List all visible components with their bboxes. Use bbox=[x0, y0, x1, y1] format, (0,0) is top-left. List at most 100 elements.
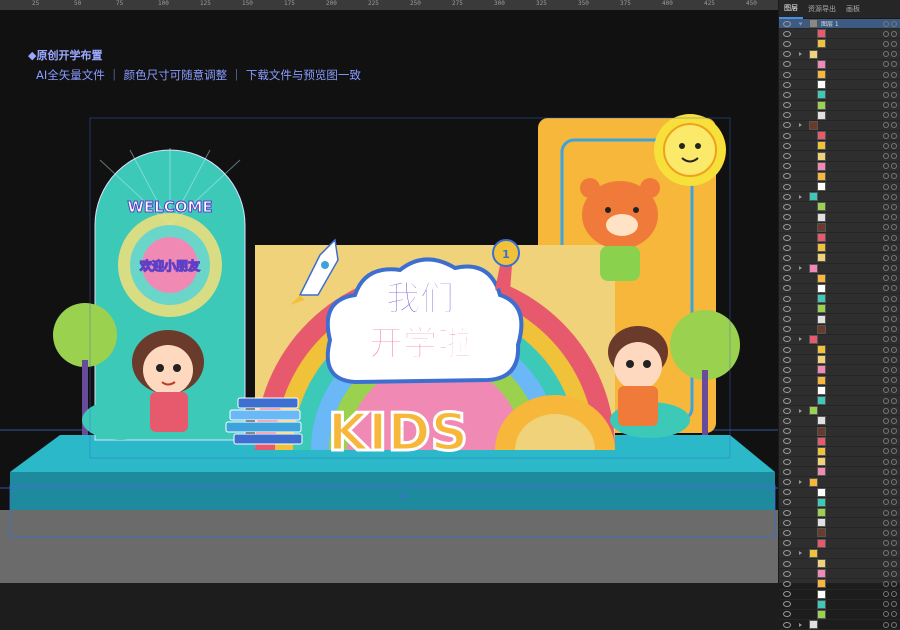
chevron-right-icon[interactable] bbox=[799, 408, 802, 413]
eye-icon[interactable] bbox=[783, 173, 791, 180]
target-icon[interactable] bbox=[883, 316, 889, 323]
eye-icon[interactable] bbox=[783, 203, 791, 210]
lock-icon[interactable] bbox=[891, 356, 897, 363]
target-icon[interactable] bbox=[883, 285, 889, 292]
eye-icon[interactable] bbox=[783, 336, 791, 343]
lock-icon[interactable] bbox=[891, 214, 897, 221]
chevron-right-icon[interactable] bbox=[799, 551, 802, 556]
layer-row[interactable] bbox=[779, 426, 900, 437]
layer-row[interactable] bbox=[779, 141, 900, 152]
target-icon[interactable] bbox=[883, 479, 889, 486]
lock-icon[interactable] bbox=[891, 316, 897, 323]
eye-icon[interactable] bbox=[783, 407, 791, 414]
lock-icon[interactable] bbox=[891, 468, 897, 475]
layer-row[interactable] bbox=[779, 528, 900, 539]
lock-icon[interactable] bbox=[891, 550, 897, 557]
lock-icon[interactable] bbox=[891, 244, 897, 251]
layer-row[interactable] bbox=[779, 497, 900, 508]
target-icon[interactable] bbox=[883, 529, 889, 536]
layer-list[interactable]: 图层 1 bbox=[779, 19, 900, 630]
layer-row[interactable] bbox=[779, 324, 900, 335]
target-icon[interactable] bbox=[883, 336, 889, 343]
target-icon[interactable] bbox=[883, 112, 889, 119]
chevron-right-icon[interactable] bbox=[799, 622, 802, 627]
lock-icon[interactable] bbox=[891, 265, 897, 272]
lock-icon[interactable] bbox=[891, 509, 897, 516]
lock-icon[interactable] bbox=[891, 621, 897, 628]
eye-icon[interactable] bbox=[783, 102, 791, 109]
chevron-down-icon[interactable] bbox=[798, 22, 803, 26]
layer-row[interactable] bbox=[779, 120, 900, 132]
lock-icon[interactable] bbox=[891, 326, 897, 333]
target-icon[interactable] bbox=[883, 377, 889, 384]
eye-icon[interactable] bbox=[783, 132, 791, 139]
target-icon[interactable] bbox=[883, 407, 889, 414]
eye-icon[interactable] bbox=[783, 611, 791, 618]
layer-row[interactable] bbox=[779, 477, 900, 488]
lock-icon[interactable] bbox=[891, 91, 897, 98]
target-icon[interactable] bbox=[883, 346, 889, 353]
layer-row[interactable] bbox=[779, 599, 900, 610]
eye-icon[interactable] bbox=[783, 591, 791, 598]
eye-icon[interactable] bbox=[783, 244, 791, 251]
layer-row[interactable] bbox=[779, 212, 900, 223]
eye-icon[interactable] bbox=[783, 356, 791, 363]
lock-icon[interactable] bbox=[891, 203, 897, 210]
layer-row[interactable] bbox=[779, 467, 900, 478]
eye-icon[interactable] bbox=[783, 509, 791, 516]
eye-icon[interactable] bbox=[783, 91, 791, 98]
eye-icon[interactable] bbox=[783, 540, 791, 547]
tab-layers[interactable]: 图层 bbox=[779, 0, 803, 19]
lock-icon[interactable] bbox=[891, 438, 897, 445]
target-icon[interactable] bbox=[883, 417, 889, 424]
target-icon[interactable] bbox=[883, 611, 889, 618]
layer-row[interactable] bbox=[779, 569, 900, 580]
target-icon[interactable] bbox=[883, 560, 889, 567]
lock-icon[interactable] bbox=[891, 601, 897, 608]
eye-icon[interactable] bbox=[783, 479, 791, 486]
lock-icon[interactable] bbox=[891, 132, 897, 139]
layer-row[interactable] bbox=[779, 396, 900, 407]
target-icon[interactable] bbox=[883, 51, 889, 58]
target-icon[interactable] bbox=[883, 448, 889, 455]
chevron-right-icon[interactable] bbox=[799, 52, 802, 57]
eye-icon[interactable] bbox=[783, 234, 791, 241]
layer-row[interactable] bbox=[779, 294, 900, 305]
eye-icon[interactable] bbox=[783, 163, 791, 170]
lock-icon[interactable] bbox=[891, 529, 897, 536]
lock-icon[interactable] bbox=[891, 591, 897, 598]
eye-icon[interactable] bbox=[783, 122, 791, 129]
layer-row[interactable] bbox=[779, 59, 900, 70]
layer-row[interactable] bbox=[779, 416, 900, 427]
target-icon[interactable] bbox=[883, 173, 889, 180]
lock-icon[interactable] bbox=[891, 61, 897, 68]
target-icon[interactable] bbox=[883, 40, 889, 47]
lock-icon[interactable] bbox=[891, 30, 897, 37]
lock-icon[interactable] bbox=[891, 366, 897, 373]
layer-row[interactable] bbox=[779, 559, 900, 570]
target-icon[interactable] bbox=[883, 580, 889, 587]
chevron-right-icon[interactable] bbox=[799, 480, 802, 485]
target-icon[interactable] bbox=[883, 509, 889, 516]
lock-icon[interactable] bbox=[891, 428, 897, 435]
target-icon[interactable] bbox=[883, 61, 889, 68]
eye-icon[interactable] bbox=[783, 346, 791, 353]
layer-row[interactable] bbox=[779, 283, 900, 295]
target-icon[interactable] bbox=[883, 468, 889, 475]
lock-icon[interactable] bbox=[891, 479, 897, 486]
lock-icon[interactable] bbox=[891, 519, 897, 526]
target-icon[interactable] bbox=[883, 91, 889, 98]
layer-row[interactable] bbox=[779, 620, 900, 630]
layer-row[interactable] bbox=[779, 508, 900, 519]
layer-row[interactable] bbox=[779, 334, 900, 345]
lock-icon[interactable] bbox=[891, 611, 897, 618]
target-icon[interactable] bbox=[883, 244, 889, 251]
layer-row[interactable] bbox=[779, 131, 900, 142]
lock-icon[interactable] bbox=[891, 305, 897, 312]
target-icon[interactable] bbox=[883, 193, 889, 200]
chevron-right-icon[interactable] bbox=[799, 194, 802, 199]
target-icon[interactable] bbox=[883, 203, 889, 210]
lock-icon[interactable] bbox=[891, 407, 897, 414]
target-icon[interactable] bbox=[883, 30, 889, 37]
eye-icon[interactable] bbox=[783, 71, 791, 78]
